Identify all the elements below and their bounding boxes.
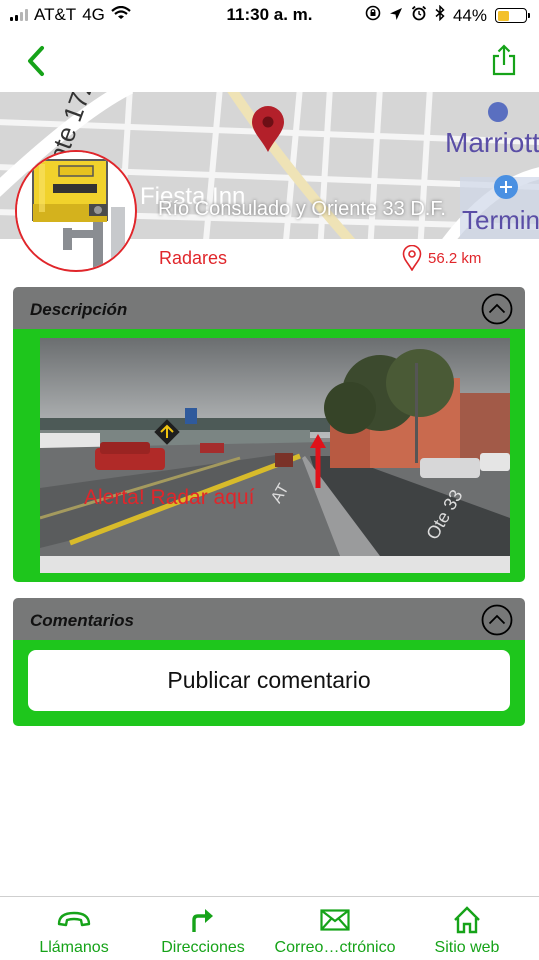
meta-row: Radares 56.2 km xyxy=(0,240,539,278)
battery-percent: 44% xyxy=(452,5,487,25)
comments-title: Comentarios xyxy=(30,611,134,630)
description-title: Descripción xyxy=(30,300,128,319)
place-title: Río Consulado y Oriente 33 D.F. xyxy=(158,198,446,220)
directions-icon xyxy=(190,905,216,935)
description-header[interactable]: Descripción xyxy=(13,287,525,329)
tab-call-label: Llámanos xyxy=(39,939,109,956)
tab-mail-label: Correo…ctrónico xyxy=(274,939,396,956)
share-icon xyxy=(492,44,516,76)
bluetooth-icon xyxy=(435,4,445,26)
photo-strip xyxy=(40,556,510,573)
location-arrow-icon xyxy=(389,6,403,26)
rotation-lock-icon xyxy=(365,5,381,26)
home-icon xyxy=(453,905,481,935)
category-label: Radares xyxy=(159,248,228,268)
distance-label: 56.2 km xyxy=(428,249,482,267)
tab-call[interactable]: Llámanos xyxy=(22,897,126,960)
mail-icon xyxy=(320,905,350,935)
tab-directions-label: Direcciones xyxy=(161,939,245,956)
description-body: Ote 33 AT xyxy=(13,329,525,582)
tab-bar: Llámanos Direcciones Correo…ctrónico Sit… xyxy=(0,896,539,960)
comments-body: Publicar comentario xyxy=(13,640,525,726)
map-label-terminal: Terminal xyxy=(462,205,539,235)
photo-caption: Alerta! Radar aquí xyxy=(84,486,255,509)
tab-directions[interactable]: Direcciones xyxy=(150,897,256,960)
back-button[interactable] xyxy=(22,44,52,78)
description-card: Descripción Ote 33 AT xyxy=(13,287,525,582)
map-pin-icon xyxy=(402,245,422,271)
chevron-up-circle-icon xyxy=(481,293,513,325)
chevron-up-circle-icon xyxy=(481,604,513,636)
status-right: 44% xyxy=(365,4,530,26)
share-button[interactable] xyxy=(491,44,517,76)
collapse-description-button[interactable] xyxy=(481,293,513,325)
tab-mail[interactable]: Correo…ctrónico xyxy=(265,897,405,960)
comments-card: Comentarios Publicar comentario xyxy=(13,598,525,726)
chevron-left-icon xyxy=(28,46,44,76)
collapse-comments-button[interactable] xyxy=(481,604,513,636)
alarm-icon xyxy=(411,5,427,26)
street-photo: Ote 33 AT xyxy=(40,338,510,556)
phone-icon xyxy=(56,905,92,935)
distance-info: 56.2 km xyxy=(402,245,481,271)
comments-header[interactable]: Comentarios xyxy=(13,598,525,640)
tab-website-label: Sitio web xyxy=(434,939,500,956)
nav-bar xyxy=(0,32,539,92)
status-bar: AT&T 4G 11:30 a. m. 44% xyxy=(0,0,539,32)
battery-icon xyxy=(495,8,530,23)
tab-website[interactable]: Sitio web xyxy=(422,897,512,960)
map-label-marriott: Marriott xyxy=(445,127,539,158)
publish-comment-button[interactable]: Publicar comentario xyxy=(28,650,510,711)
